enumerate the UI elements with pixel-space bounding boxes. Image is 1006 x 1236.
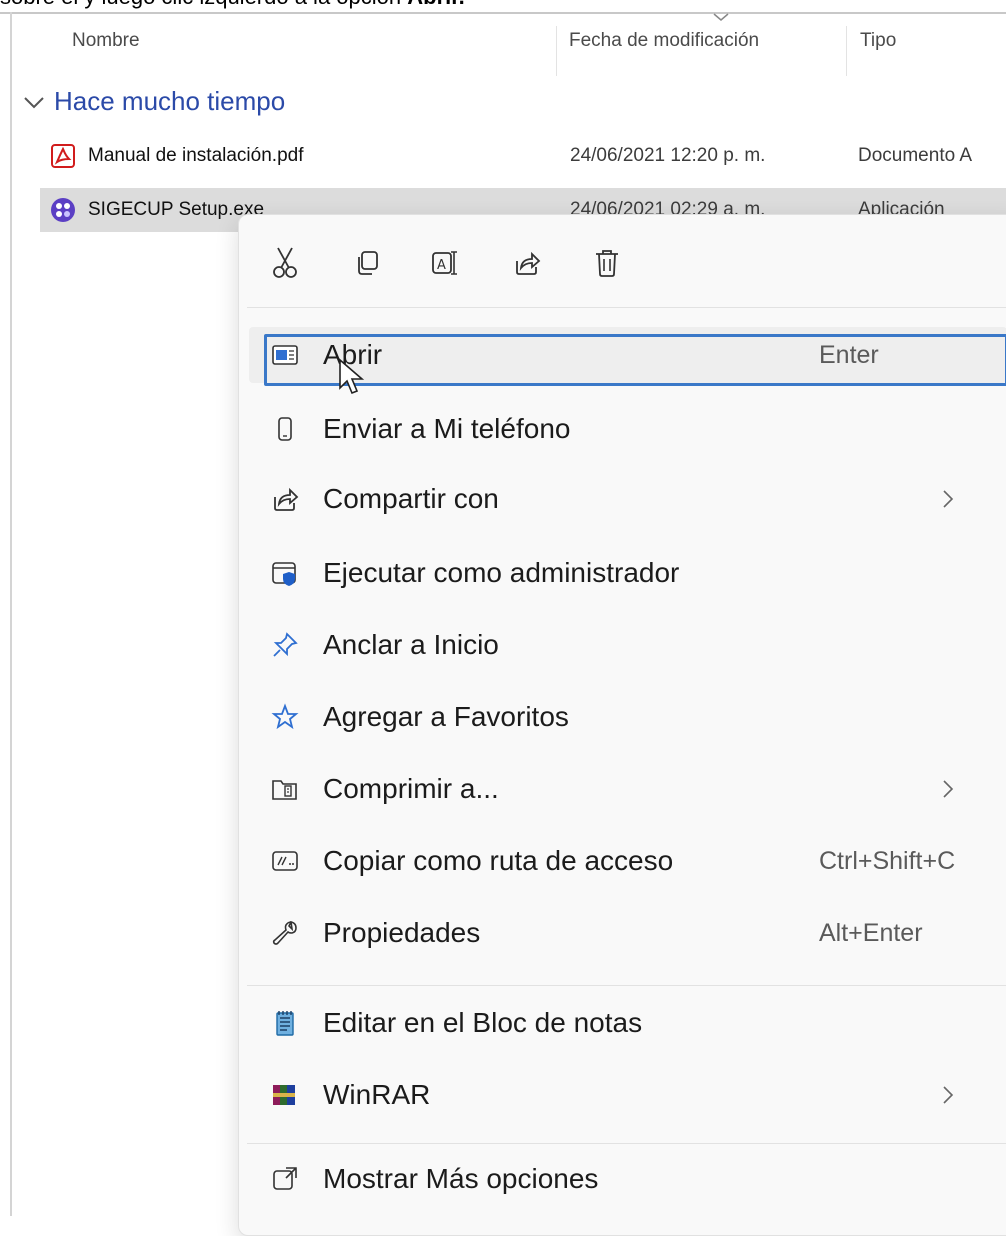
menu-item-label: Copiar como ruta de acceso [323,845,674,876]
menu-item-label: Ejecutar como administrador [323,557,680,588]
svg-text:A: A [437,258,446,273]
phone-icon [271,415,299,443]
menu-item-shortcut: Enter [819,341,879,369]
chevron-right-icon [943,780,954,798]
menu-item-label: Propiedades [323,917,481,948]
window-left-border [10,12,12,1216]
file-row[interactable]: Manual de instalación.pdf 24/06/2021 12:… [40,134,1006,178]
caption-bold: Abrir. [407,0,464,9]
rename-button[interactable]: A [427,245,463,281]
menu-item-label: Agregar a Favoritos [323,701,569,732]
cut-button[interactable] [267,245,303,281]
menu-item-label: Mostrar Más opciones [323,1163,599,1194]
menu-item-winrar[interactable]: WinRAR [249,1067,1006,1123]
column-header-date[interactable]: Fecha de modificación [569,30,759,52]
menu-item-run-as-admin[interactable]: Ejecutar como administrador [249,545,1006,601]
menu-item-edit-notepad[interactable]: Editar en el Bloc de notas [249,995,1006,1051]
delete-button[interactable] [589,245,625,281]
pin-icon [271,631,299,659]
menu-item-label: Compartir con [323,483,499,514]
menu-item-label: WinRAR [323,1079,431,1110]
menu-separator [247,985,1006,986]
menu-item-properties[interactable]: Propiedades Alt+Enter [249,905,1006,961]
sort-chevron-icon [713,13,729,21]
menu-item-label: Enviar a Mi teléfono [323,413,571,444]
file-date: 24/06/2021 12:20 p. m. [570,145,766,166]
chevron-down-icon [24,96,44,108]
column-header-type[interactable]: Tipo [860,30,896,52]
copy-icon [358,251,378,275]
column-header-name[interactable]: Nombre [72,30,140,52]
menu-item-shortcut: Alt+Enter [819,919,923,947]
wrench-icon [271,919,299,947]
file-name: SIGECUP Setup.exe [88,199,265,220]
open-icon [271,341,299,369]
caption-text: sobre él y luego clic izquierdo a la opc… [0,0,407,9]
share-icon [516,251,541,275]
zip-folder-icon [271,775,299,803]
menu-item-send-to-phone[interactable]: Enviar a Mi teléfono [249,401,1006,457]
menu-item-label: Anclar a Inicio [323,629,499,660]
menu-item-label: Comprimir a... [323,773,499,804]
group-header[interactable]: Hace mucho tiempo [20,86,285,117]
column-header-bar: Nombre Fecha de modificación Tipo [12,13,1006,76]
setup-app-icon [51,198,75,222]
menu-item-pin-start[interactable]: Anclar a Inicio [249,617,1006,673]
menu-item-add-favorites[interactable]: Agregar a Favoritos [249,689,1006,745]
star-icon [271,703,299,731]
share-icon [271,485,299,513]
winrar-icon [271,1081,299,1109]
menu-item-share-with[interactable]: Compartir con [249,471,1006,527]
menu-separator [247,1143,1006,1144]
column-separator[interactable] [846,26,847,76]
file-name: Manual de instalación.pdf [88,145,304,166]
pdf-icon [51,144,75,168]
delete-icon [596,250,618,277]
mouse-cursor-icon [339,358,365,395]
group-label: Hace mucho tiempo [54,86,286,116]
menu-item-compress[interactable]: Comprimir a... [249,761,1006,817]
more-options-icon [271,1165,299,1193]
rename-icon: A [432,251,457,275]
context-toolbar: A [239,215,1006,305]
menu-item-copy-path[interactable]: Copiar como ruta de acceso Ctrl+Shift+C [249,833,1006,889]
path-icon [271,847,299,875]
cut-icon [273,247,297,278]
file-type: Documento A [858,145,973,166]
chevron-right-icon [943,1086,954,1104]
menu-item-label: Editar en el Bloc de notas [323,1007,643,1038]
menu-item-more-options[interactable]: Mostrar Más opciones [249,1151,1006,1207]
shield-window-icon [271,559,299,587]
column-separator[interactable] [556,26,557,76]
menu-separator [247,307,1006,308]
menu-item-shortcut: Ctrl+Shift+C [819,847,956,875]
copy-button[interactable] [349,245,385,281]
notepad-icon [271,1009,299,1037]
chevron-right-icon [943,490,954,508]
window-top-border [0,12,1006,14]
share-button[interactable] [509,245,545,281]
